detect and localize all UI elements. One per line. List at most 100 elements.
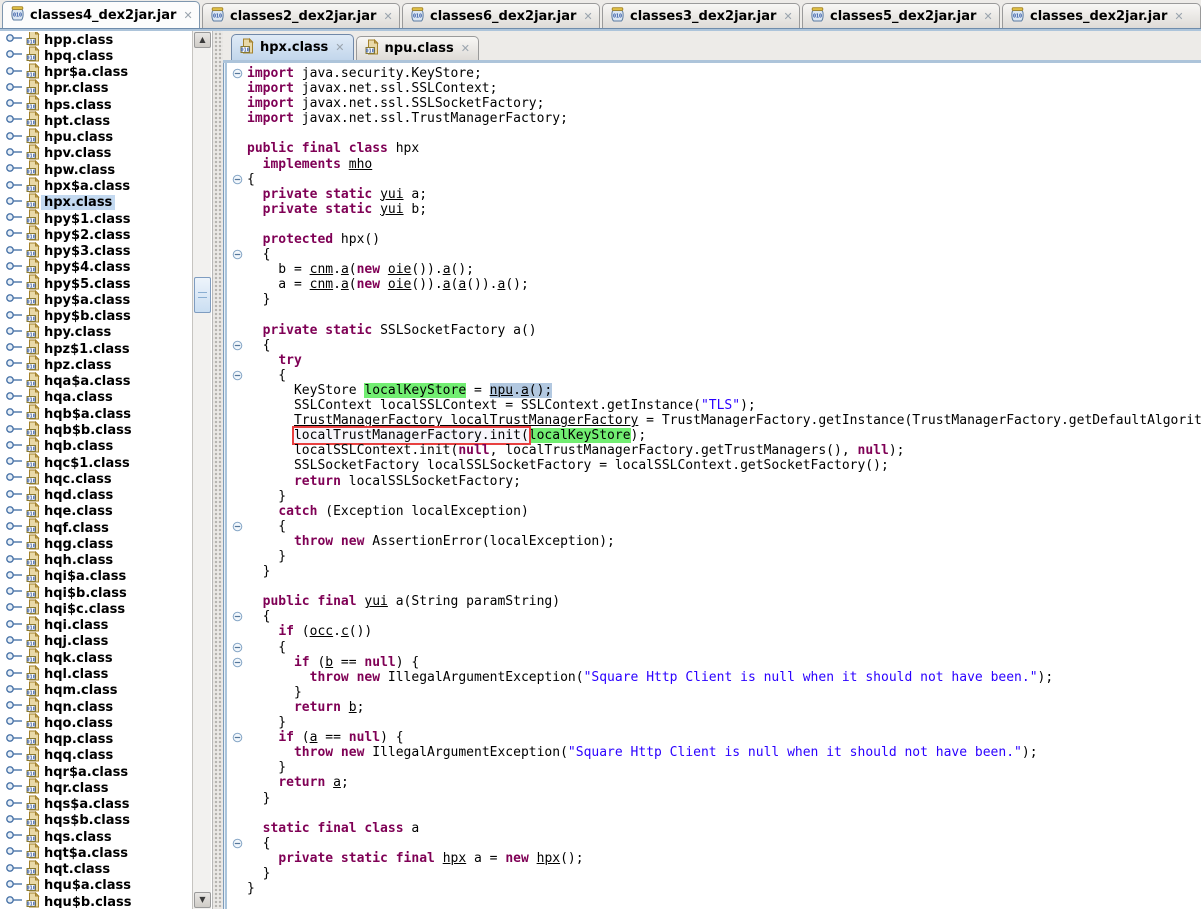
code-link[interactable]: a xyxy=(521,383,529,398)
code-token: null xyxy=(858,443,889,458)
svg-text:010: 010 xyxy=(27,723,36,729)
code-fold-collapse-icon[interactable] xyxy=(228,611,247,622)
code-token xyxy=(247,655,294,670)
svg-text:010: 010 xyxy=(27,560,36,566)
code-link[interactable]: cnm xyxy=(310,277,333,292)
code-link[interactable]: b xyxy=(325,655,333,670)
code-viewport[interactable]: import java.security.KeyStore;import jav… xyxy=(228,63,1201,909)
close-icon[interactable]: ✕ xyxy=(983,11,992,22)
jar-tab-classes_dex2jar.jar[interactable]: 010classes_dex2jar.jar✕ xyxy=(1002,3,1201,28)
code-text: } xyxy=(247,292,270,307)
code-token: throw new xyxy=(294,534,372,549)
close-icon[interactable]: ✕ xyxy=(583,11,592,22)
code-fold-collapse-icon[interactable] xyxy=(228,174,247,185)
close-icon[interactable]: ✕ xyxy=(383,11,392,22)
tree-vertical-scrollbar[interactable]: ▲ ▼ xyxy=(192,31,211,909)
code-fold-collapse-icon[interactable] xyxy=(228,249,247,260)
code-link[interactable]: yui xyxy=(380,202,403,217)
code-token: ( xyxy=(294,730,310,745)
code-link[interactable]: b xyxy=(349,700,357,715)
svg-text:010: 010 xyxy=(27,511,36,517)
svg-text:010: 010 xyxy=(27,739,36,745)
code-fold-collapse-icon[interactable] xyxy=(228,642,247,653)
svg-text:010: 010 xyxy=(27,706,36,712)
svg-text:010: 010 xyxy=(27,202,36,208)
tree-item-label: hpy$a.class xyxy=(41,293,133,308)
tree-item-label: hpx.class xyxy=(41,195,115,210)
code-link[interactable]: oie xyxy=(388,277,411,292)
code-fold-collapse-icon[interactable] xyxy=(228,521,247,532)
jar-tab-classes5_dex2jar.jar[interactable]: 010classes5_dex2jar.jar✕ xyxy=(802,3,1000,28)
code-link[interactable]: a xyxy=(333,775,341,790)
code-token: null xyxy=(349,730,380,745)
code-token xyxy=(247,504,278,519)
code-link[interactable]: mho xyxy=(349,157,372,172)
code-fold-collapse-icon[interactable] xyxy=(228,732,247,743)
code-link[interactable]: npu xyxy=(490,383,513,398)
tree-item-label: hqu$b.class xyxy=(41,895,135,908)
close-icon[interactable]: ✕ xyxy=(1174,11,1183,22)
close-icon[interactable]: ✕ xyxy=(461,43,470,54)
tree-item-label: hqr.class xyxy=(41,781,111,796)
code-fold-collapse-icon[interactable] xyxy=(228,838,247,849)
svg-text:010: 010 xyxy=(27,837,36,843)
code-link[interactable]: cnm xyxy=(310,262,333,277)
class-tree-panel: 010hpp.class010hpq.class010hpr$a.class01… xyxy=(0,31,213,909)
code-fold-collapse-icon[interactable] xyxy=(228,340,247,351)
code-line: localTrustManagerFactory.init(localKeySt… xyxy=(228,428,1201,443)
code-link[interactable]: yui xyxy=(364,594,387,609)
code-text xyxy=(247,126,255,141)
jar-tab-classes4_dex2jar.jar[interactable]: 010classes4_dex2jar.jar✕ xyxy=(2,1,200,28)
svg-text:010: 010 xyxy=(13,13,22,19)
code-text: localSSLContext.init(null, localTrustMan… xyxy=(247,443,904,458)
code-text xyxy=(247,806,255,821)
tree-expander-handle-icon[interactable] xyxy=(5,892,25,908)
code-token xyxy=(247,413,294,428)
svg-text:010: 010 xyxy=(413,14,422,20)
code-token: b = xyxy=(247,262,310,277)
close-icon[interactable]: ✕ xyxy=(783,11,792,22)
code-link[interactable]: a xyxy=(341,262,349,277)
code-link[interactable]: yui xyxy=(380,187,403,202)
scroll-down-button[interactable]: ▼ xyxy=(194,892,211,908)
code-token: javax.net.ssl.TrustManagerFactory; xyxy=(302,111,568,126)
code-fold-collapse-icon[interactable] xyxy=(228,68,247,79)
tree-item-hqu$b.class[interactable]: 010hqu$b.class xyxy=(0,894,192,908)
code-text: { xyxy=(247,836,270,851)
code-link[interactable]: occ xyxy=(310,624,333,639)
code-link[interactable]: a xyxy=(443,262,451,277)
source-tab-npu.class[interactable]: 010npu.class✕ xyxy=(356,36,479,60)
code-line: { xyxy=(228,368,1201,383)
code-link[interactable]: oie xyxy=(388,262,411,277)
code-line: SSLSocketFactory localSSLSocketFactory =… xyxy=(228,458,1201,473)
code-line: KeyStore localKeyStore = npu.a(); xyxy=(228,383,1201,398)
code-link[interactable]: hpx xyxy=(537,851,560,866)
jar-tab-classes3_dex2jar.jar[interactable]: 010classes3_dex2jar.jar✕ xyxy=(602,3,800,28)
source-tab-hpx.class[interactable]: 010hpx.class✕ xyxy=(231,34,354,60)
code-link[interactable]: a xyxy=(341,277,349,292)
scroll-up-button[interactable]: ▲ xyxy=(194,32,211,48)
code-line: throw new IllegalArgumentException("Squa… xyxy=(228,670,1201,685)
panel-splitter[interactable] xyxy=(213,31,223,909)
code-token: ); xyxy=(1038,670,1054,685)
close-icon[interactable]: ✕ xyxy=(335,42,344,53)
code-line: return a; xyxy=(228,775,1201,790)
code-link[interactable]: hpx xyxy=(443,851,466,866)
tree-item-label: hpw.class xyxy=(41,163,118,178)
code-link[interactable]: c xyxy=(341,624,349,639)
scrollbar-thumb[interactable] xyxy=(194,277,211,313)
code-token xyxy=(247,353,278,368)
code-link[interactable]: TrustManagerFactory localTrustManagerFac… xyxy=(294,413,638,428)
code-line: } xyxy=(228,685,1201,700)
tree-item-label: hqs$b.class xyxy=(41,813,133,828)
code-fold-collapse-icon[interactable] xyxy=(228,657,247,668)
code-text: static final class a xyxy=(247,821,419,836)
svg-text:010: 010 xyxy=(27,186,36,192)
close-icon[interactable]: ✕ xyxy=(183,10,192,21)
jar-tab-classes6_dex2jar.jar[interactable]: 010classes6_dex2jar.jar✕ xyxy=(402,3,600,28)
code-token: catch xyxy=(278,504,317,519)
code-link[interactable]: a xyxy=(443,277,451,292)
code-fold-collapse-icon[interactable] xyxy=(228,370,247,381)
jar-tab-classes2_dex2jar.jar[interactable]: 010classes2_dex2jar.jar✕ xyxy=(202,3,400,28)
code-link[interactable]: a xyxy=(458,277,466,292)
